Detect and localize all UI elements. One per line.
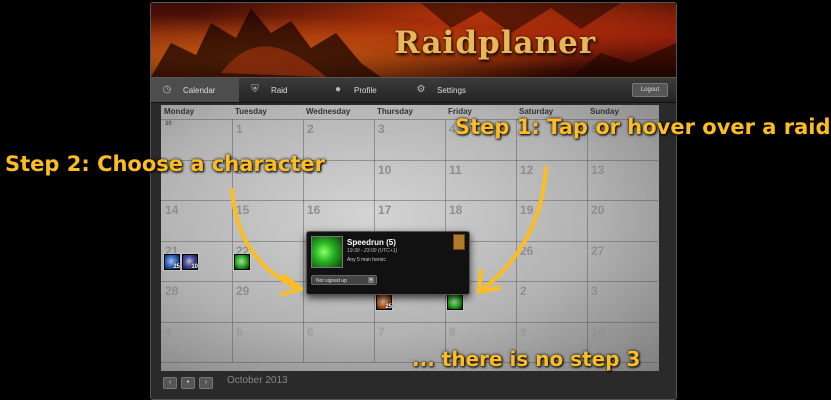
step2-annotation: Step 2: Choose a character bbox=[5, 152, 326, 176]
stage: Raidplaner ◷ Calendar ⛨ Raid ● Profile ⚙… bbox=[0, 0, 831, 400]
arrow-step1 bbox=[480, 166, 548, 292]
step3-annotation: ... there is no step 3 bbox=[412, 347, 641, 371]
arrow-step2 bbox=[230, 188, 300, 290]
step1-annotation: Step 1: Tap or hover over a raid bbox=[455, 115, 831, 139]
annotation-arrows bbox=[230, 166, 548, 296]
